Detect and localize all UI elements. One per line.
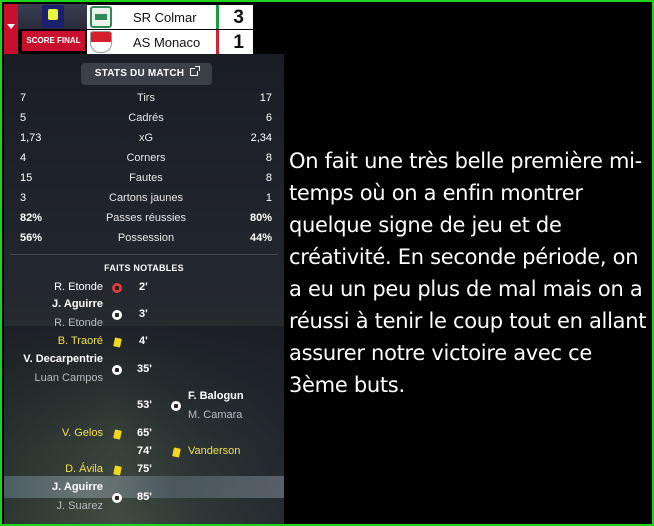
stat-row: 15 Fautes 8 [20,170,272,186]
screenshot-frame: SCORE FINAL SR Colmar 3 AS Monaco 1 STAT… [0,0,654,526]
stat-away-value: 1 [265,192,272,204]
event-player: Vanderson [188,445,241,457]
event-player: F. Balogun [188,390,244,402]
stat-row: 1,73 xG 2,34 [20,130,272,146]
home-team-score: 3 [233,7,244,28]
event-minute: 85' [137,491,152,503]
event-player: V. Decarpentrie [23,353,103,365]
stat-away-value: 8 [265,152,272,164]
expand-icon [190,66,201,76]
away-color-stripe [216,30,219,54]
event-assist: J. Suarez [56,500,103,512]
stat-label: Cadrés [128,112,164,124]
monaco-crest-icon [90,31,112,53]
match-commentary: On fait une très belle première mi-temps… [289,149,647,397]
goal-ball-icon [112,310,122,320]
stat-label: Fautes [129,172,163,184]
home-color-stripe [216,5,219,29]
event-minute: 65' [137,427,152,439]
stat-label: Possession [117,232,175,244]
event-assist: Luan Campos [34,372,104,384]
match-status-badge: SCORE FINAL [22,31,85,51]
home-team-name: SR Colmar [133,10,197,25]
event-assist: R. Etonde [54,317,103,329]
notable-events-title: FAITS NOTABLES [104,263,184,273]
stat-label: Passes réussies [105,212,187,224]
own-goal-icon [112,283,122,293]
event-player: J. Aguirre [52,298,103,310]
collapse-arrow-icon[interactable] [4,4,18,54]
event-assist: M. Camara [188,409,243,421]
event-minute: 2' [139,281,148,293]
event-player: R. Etonde [54,281,103,293]
event-minute: 74' [137,445,152,457]
match-stats-panel: STATS DU MATCH 7 Tirs 17 5 Cadrés 6 1,73… [4,54,284,524]
stat-row: 56% Possession 44% [20,230,272,246]
event-minute: 53' [137,399,152,411]
stat-row: 7 Tirs 17 [20,90,272,106]
stat-label: Cartons jaunes [109,192,183,204]
stat-row: 4 Corners 8 [20,150,272,166]
stat-row: 5 Cadrés 6 [20,110,272,126]
event-player: B. Traoré [57,335,103,347]
section-divider [10,254,278,255]
event-player: D. Ávila [65,463,103,475]
home-team-row: SR Colmar 3 [87,5,253,29]
stat-away-value: 17 [259,92,272,104]
stat-away-value: 2,34 [250,132,272,144]
goal-ball-icon [112,365,122,375]
stat-away-value: 44% [249,232,272,244]
stat-row: 82% Passes réussies 80% [20,210,272,226]
colmar-crest-icon [90,6,112,28]
event-player: J. Aguirre [52,481,103,493]
stat-label: Tirs [137,92,155,104]
event-minute: 4' [139,335,148,347]
event-minute: 75' [137,463,152,475]
match-stats-label: STATS DU MATCH [94,68,185,79]
away-team-row: AS Monaco 1 [87,30,253,54]
stat-away-value: 8 [265,172,272,184]
stat-label: Corners [126,152,166,164]
stat-away-value: 6 [265,112,272,124]
scoreboard: SCORE FINAL SR Colmar 3 AS Monaco 1 [4,4,253,54]
league-header [18,4,87,29]
stat-row: 3 Cartons jaunes 1 [20,190,272,206]
league-logo-icon [42,5,64,28]
event-minute: 3' [139,308,148,320]
goal-ball-icon [112,493,122,503]
goal-ball-icon [171,401,181,411]
match-stats-button[interactable]: STATS DU MATCH [81,63,212,85]
away-team-score: 1 [233,32,244,53]
event-player: V. Gelos [61,427,103,439]
stat-away-value: 80% [249,212,272,224]
away-team-name: AS Monaco [133,35,201,50]
event-minute: 35' [137,363,152,375]
stat-label: xG [138,132,154,144]
